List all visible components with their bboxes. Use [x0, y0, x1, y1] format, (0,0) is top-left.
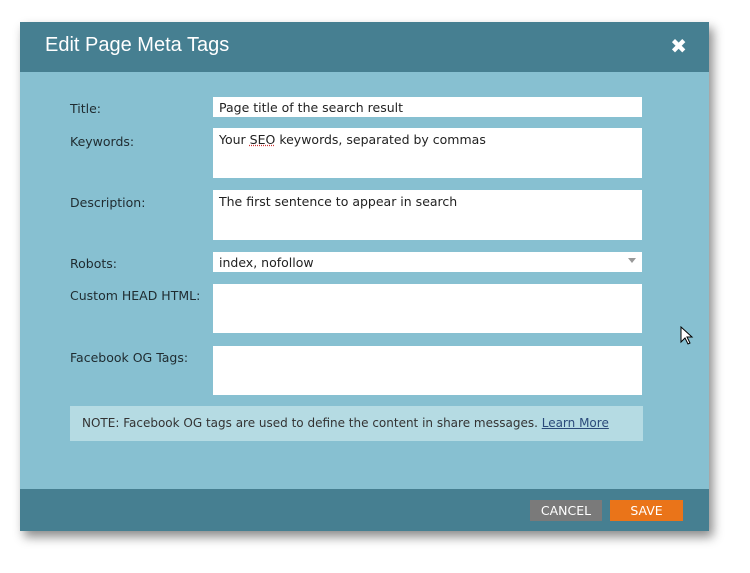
keywords-text-seo: SEO	[249, 132, 276, 147]
keywords-label: Keywords:	[70, 134, 135, 149]
close-icon[interactable]: ✖	[670, 34, 687, 58]
dialog-header: Edit Page Meta Tags ✖	[20, 22, 709, 72]
custom-head-label: Custom HEAD HTML:	[70, 288, 201, 303]
note-text: NOTE: Facebook OG tags are used to defin…	[82, 416, 542, 430]
facebook-og-input[interactable]	[213, 346, 642, 395]
save-button[interactable]: SAVE	[610, 500, 683, 521]
note-box: NOTE: Facebook OG tags are used to defin…	[70, 406, 643, 441]
custom-head-input[interactable]	[213, 284, 642, 333]
mouse-cursor-icon	[680, 326, 694, 345]
keywords-text-rest: keywords, separated by commas	[275, 132, 486, 147]
robots-value: index, nofollow	[219, 255, 314, 270]
cancel-button[interactable]: CANCEL	[530, 500, 602, 521]
title-label: Title:	[70, 101, 101, 116]
robots-label: Robots:	[70, 256, 117, 271]
chevron-down-icon	[628, 258, 636, 263]
dialog-footer: CANCEL SAVE	[20, 489, 709, 531]
title-input[interactable]: Page title of the search result	[213, 97, 642, 117]
facebook-og-label: Facebook OG Tags:	[70, 350, 189, 365]
description-label: Description:	[70, 195, 146, 210]
keywords-input[interactable]: Your SEO keywords, separated by commas	[213, 128, 642, 178]
dialog-title: Edit Page Meta Tags	[45, 34, 230, 56]
edit-meta-tags-dialog: Edit Page Meta Tags ✖ Title: Page title …	[20, 22, 709, 531]
learn-more-link[interactable]: Learn More	[542, 416, 609, 430]
description-input[interactable]: The first sentence to appear in search	[213, 190, 642, 240]
keywords-text: Your	[219, 132, 250, 147]
robots-select[interactable]: index, nofollow	[213, 252, 642, 272]
